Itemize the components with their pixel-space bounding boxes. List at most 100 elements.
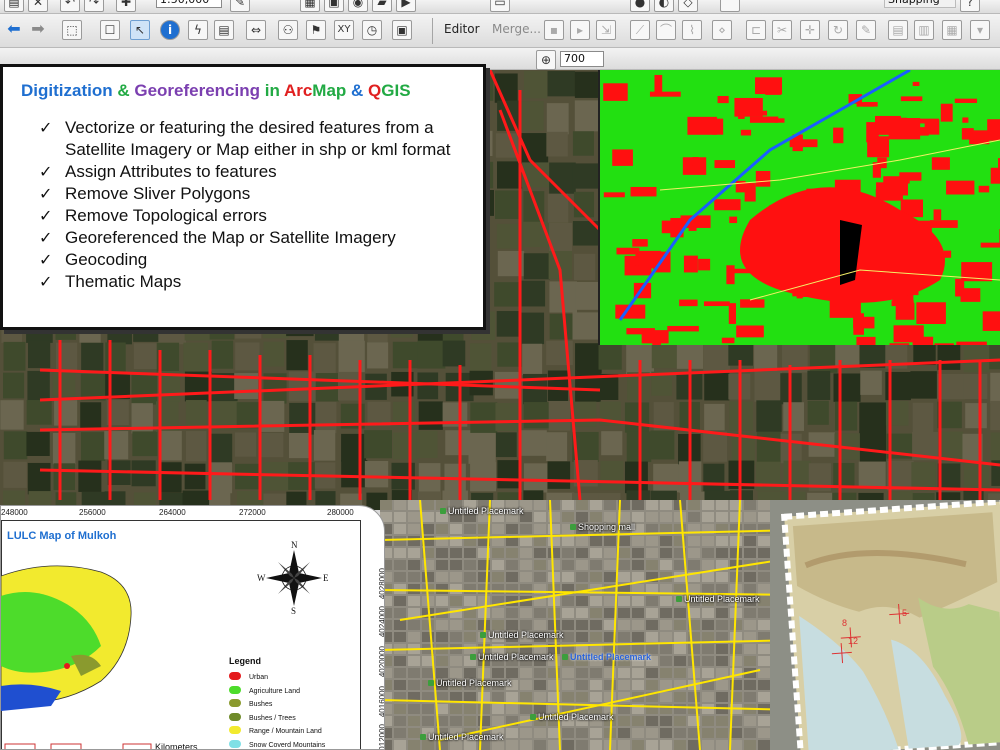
legend-label: Urban — [249, 674, 269, 681]
city-block — [408, 536, 420, 546]
zoom-field[interactable]: 700 — [560, 51, 604, 67]
snapping-end-icon[interactable]: ◐ — [654, 0, 674, 12]
city-block — [422, 560, 434, 570]
placemark[interactable]: Untitled Placemark — [420, 732, 504, 742]
city-block — [394, 512, 406, 522]
toolbox-icon[interactable]: ▰ — [372, 0, 392, 12]
rotate-icon[interactable]: ↻ — [828, 20, 848, 40]
city-block — [506, 620, 518, 630]
placemark[interactable]: Untitled Placemark — [440, 506, 524, 516]
city-block — [646, 548, 658, 558]
forward-extent-icon[interactable]: ➡ — [28, 20, 48, 40]
city-block — [758, 512, 770, 522]
city-block — [450, 692, 462, 702]
select-elements-icon[interactable]: ↖ — [130, 20, 150, 40]
field-parcel — [575, 343, 602, 374]
cut-polygons-icon[interactable]: ✂ — [772, 20, 792, 40]
python-icon[interactable]: ▶ — [396, 0, 416, 12]
placemark-pin-icon — [676, 596, 682, 602]
placemark[interactable]: Untitled Placemark — [562, 652, 651, 662]
identify-icon[interactable]: i — [160, 20, 180, 40]
measure-icon[interactable]: ⇔ — [246, 20, 266, 40]
y-tick-label: 4024000 — [378, 606, 385, 638]
go-to-xy-icon[interactable]: XY — [334, 20, 354, 40]
city-block — [716, 632, 728, 642]
viewer-window-icon[interactable]: ▣ — [392, 20, 412, 40]
city-block — [660, 596, 672, 606]
placemark[interactable]: Untitled Placemark — [530, 712, 614, 722]
attributes-icon[interactable]: ▤ — [888, 20, 908, 40]
title-part: GIS — [381, 81, 411, 100]
field-parcel — [132, 431, 158, 457]
placemark[interactable]: Untitled Placemark — [480, 630, 564, 640]
create-features-icon[interactable]: ▦ — [942, 20, 962, 40]
more-tools-icon[interactable]: ▾ — [970, 20, 990, 40]
city-block — [702, 536, 714, 546]
arc-segment-icon[interactable]: ⌒ — [656, 20, 676, 40]
city-block — [408, 596, 420, 606]
city-block — [576, 536, 588, 546]
redo-icon[interactable]: ↷ — [84, 0, 104, 12]
placemark[interactable]: Untitled Placemark — [470, 652, 554, 662]
city-block — [590, 740, 602, 750]
placemark[interactable]: Shopping mall — [570, 522, 635, 532]
reshape-icon[interactable]: ⊏ — [746, 20, 766, 40]
hyperlink-icon[interactable]: ϟ — [188, 20, 208, 40]
search-window-icon[interactable]: ◉ — [348, 0, 368, 12]
city-block — [534, 620, 546, 630]
zoom-percent-icon[interactable]: ⊕ — [536, 50, 556, 70]
straight-segment-icon[interactable]: ⟋ — [630, 20, 650, 40]
edit-annotation-icon[interactable]: ⇲ — [596, 20, 616, 40]
catalog-icon[interactable]: ▣ — [324, 0, 344, 12]
table-icon[interactable]: ▦ — [300, 0, 320, 12]
select-by-rectangle-icon[interactable]: ⬚ — [62, 20, 82, 40]
new-document-icon[interactable]: ▤ — [4, 0, 24, 12]
urban-block — [866, 122, 879, 143]
placemark[interactable]: Untitled Placemark — [428, 678, 512, 688]
split-icon[interactable]: ✛ — [800, 20, 820, 40]
trace-icon[interactable]: ⌇ — [682, 20, 702, 40]
editor-menu[interactable]: Editor — [444, 22, 480, 36]
html-popup-icon[interactable]: ▤ — [214, 20, 234, 40]
city-block — [716, 548, 728, 558]
city-block — [716, 716, 728, 726]
city-block — [660, 548, 672, 558]
city-block — [492, 620, 504, 630]
find-icon[interactable]: ⚇ — [278, 20, 298, 40]
edit-tool-icon[interactable]: ▸ — [570, 20, 590, 40]
city-block — [394, 740, 406, 750]
edit-vertices-icon[interactable]: ⋄ — [712, 20, 732, 40]
snapping-options-icon[interactable]: ? — [960, 0, 980, 12]
find-route-icon[interactable]: ⚑ — [306, 20, 326, 40]
city-block — [408, 728, 420, 738]
close-icon[interactable]: ✕ — [28, 0, 48, 12]
snapping-point-icon[interactable]: ● — [630, 0, 650, 12]
urban-block — [632, 239, 648, 247]
city-block — [604, 596, 616, 606]
sketch-properties-icon[interactable]: ▥ — [914, 20, 934, 40]
city-block — [688, 740, 700, 750]
editor-toolbar-icon[interactable]: ✎ — [230, 0, 250, 12]
snapping-edge-icon[interactable]: ⌒ — [720, 0, 740, 12]
add-data-icon[interactable]: ✚ — [116, 0, 136, 12]
snapping-vertex-icon[interactable]: ◇ — [678, 0, 698, 12]
city-block — [562, 560, 574, 570]
back-extent-icon[interactable]: ⬅ — [4, 20, 24, 40]
snapping-dropdown[interactable]: Snapping — [884, 0, 956, 8]
x-tick-label: 264000 — [159, 508, 186, 517]
sketch-icon[interactable]: ✎ — [856, 20, 876, 40]
city-block — [674, 704, 686, 714]
merge-tool[interactable]: Merge... — [492, 22, 541, 36]
city-block — [604, 548, 616, 558]
urban-block — [934, 343, 954, 345]
placemark[interactable]: Untitled Placemark — [676, 594, 760, 604]
urban-block — [703, 301, 730, 307]
clear-selection-icon[interactable]: ☐ — [100, 20, 120, 40]
undo-icon[interactable]: ↶ — [60, 0, 80, 12]
time-slider-icon[interactable]: ◷ — [362, 20, 382, 40]
city-block — [660, 536, 672, 546]
urban-block — [891, 300, 914, 307]
map-scale-field[interactable]: 1:50,000 — [156, 0, 222, 8]
select-features-icon[interactable]: ▭ — [490, 0, 510, 12]
save-edits-icon[interactable]: ▪ — [544, 20, 564, 40]
